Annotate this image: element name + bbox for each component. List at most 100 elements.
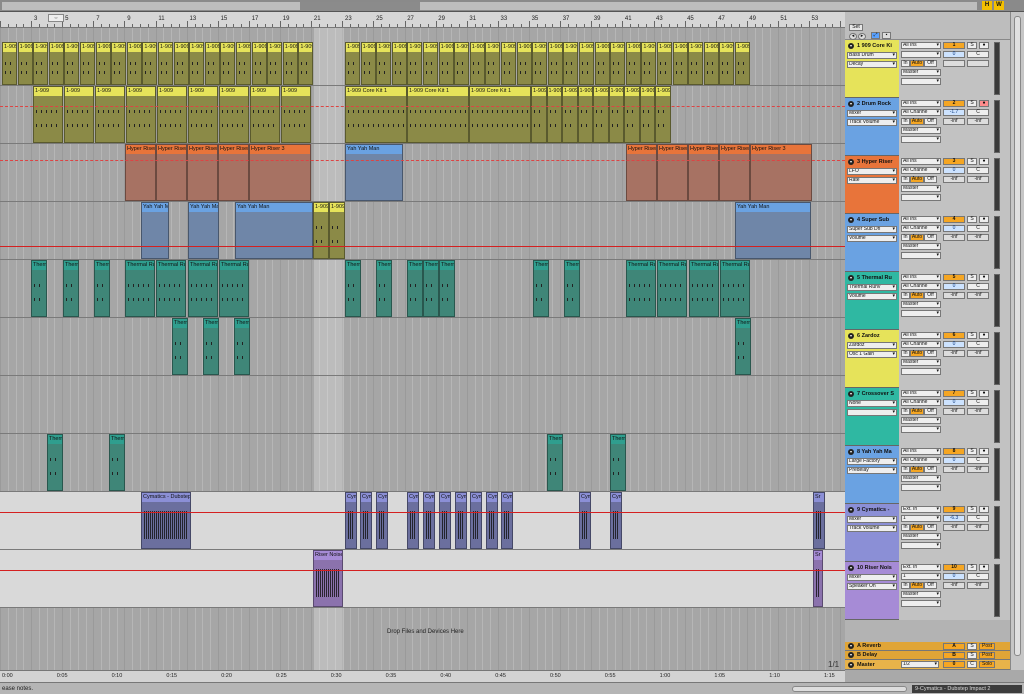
clip[interactable]: 1-909 [2, 42, 17, 85]
clip[interactable]: 1-909 [17, 42, 33, 85]
clip[interactable]: 1-909 [345, 42, 360, 85]
clip[interactable]: Hyper Riser [626, 144, 657, 201]
monitor-auto-button[interactable]: Auto [910, 60, 924, 67]
input-channel-select[interactable]: All Channe [901, 457, 941, 464]
clip[interactable]: 1-909 [547, 42, 563, 85]
pan-field[interactable]: C [967, 457, 989, 464]
track-activator[interactable]: 6 [943, 332, 965, 339]
track-header-4[interactable]: ▾4 Super SubAll InsAll ChanneInAutoOffMa… [845, 214, 1010, 272]
output-select[interactable]: Master [901, 533, 941, 540]
master-volume[interactable]: 0 [943, 661, 965, 668]
automation-param-chooser[interactable] [847, 409, 897, 416]
track-lane-4[interactable]: Yah Yah ManYah Yah ManYah Yah Man1-9091-… [0, 202, 845, 260]
clip[interactable]: 1-909 [64, 86, 94, 143]
arm-button[interactable]: ● [979, 274, 989, 281]
clip[interactable]: 1-909 [562, 86, 578, 143]
monitor-in-button[interactable]: In [901, 234, 910, 241]
clip[interactable]: 1-909 Core Kit 1 [407, 86, 469, 143]
clip[interactable]: 1-909 [126, 42, 142, 85]
clip[interactable]: 1-909 [158, 42, 173, 85]
output-channel-select[interactable] [901, 426, 941, 433]
output-select[interactable]: Master [901, 127, 941, 134]
return-title[interactable]: A Reverb [847, 642, 899, 650]
clip[interactable]: Thermal Ru [345, 260, 361, 317]
monitor-off-button[interactable]: Off [924, 408, 937, 415]
return-track-A[interactable]: ▾ A Reverb A S Post [845, 642, 1010, 651]
clip[interactable]: Thermal Ru [689, 260, 719, 317]
device-chooser[interactable]: Mixer [847, 110, 897, 117]
input-type-select[interactable]: All Ins [901, 216, 941, 223]
master-solo-button[interactable]: Solo [979, 661, 995, 668]
track-activator[interactable]: 3 [943, 158, 965, 165]
monitor-in-button[interactable]: In [901, 408, 910, 415]
clip[interactable]: 1-909 [657, 42, 672, 85]
clip[interactable]: Thermal Ru [219, 260, 249, 317]
volume-field[interactable]: 0 [943, 457, 965, 464]
clip[interactable]: 1-909 [532, 42, 548, 85]
output-channel-select[interactable] [901, 78, 941, 85]
arm-button[interactable]: ● [979, 332, 989, 339]
clip[interactable]: Therr [234, 318, 250, 375]
clip[interactable]: 1-909 [391, 42, 407, 85]
track-lane-1[interactable]: 1-9091-9091-9091-9091-9091-9091-9091-909… [0, 28, 845, 86]
clip[interactable]: 1-909 [531, 86, 547, 143]
clip[interactable]: 1-909 [593, 86, 609, 143]
clip[interactable]: 1-909 [546, 86, 562, 143]
output-channel-select[interactable] [901, 194, 941, 201]
clip[interactable]: 1-909 [579, 42, 594, 85]
prev-locator-icon[interactable]: ◂ [849, 33, 857, 40]
clip[interactable]: 1-909 [157, 86, 187, 143]
clip[interactable]: 1-909 [376, 42, 392, 85]
pan-field[interactable]: C [967, 573, 989, 580]
clip[interactable]: 1-909 [48, 42, 64, 85]
return-activator[interactable]: B [943, 652, 965, 659]
track-title[interactable]: 1 909 Core Ki [847, 42, 899, 50]
pan-field[interactable]: C [967, 341, 989, 348]
clip[interactable]: 1-909 [64, 42, 80, 85]
solo-button[interactable]: S [967, 390, 977, 397]
solo-button[interactable]: S [967, 158, 977, 165]
clip[interactable]: 1-909 [267, 42, 283, 85]
pan-field[interactable]: C [967, 109, 989, 116]
arm-button[interactable]: ● [979, 390, 989, 397]
input-channel-select[interactable]: All Channe [901, 399, 941, 406]
input-channel-select[interactable]: All Channe [901, 167, 941, 174]
clip[interactable]: 1-909 [703, 42, 719, 85]
input-type-select[interactable]: All Ins [901, 42, 941, 49]
clip[interactable]: 1-909 [33, 42, 49, 85]
monitor-off-button[interactable]: Off [924, 582, 937, 589]
input-type-select[interactable]: All Ins [901, 332, 941, 339]
clip[interactable]: Thermal Ru [626, 260, 656, 317]
track-activator[interactable]: 2 [943, 100, 965, 107]
clip[interactable]: Yah Yah Man [141, 202, 169, 259]
volume-field[interactable]: 0 [943, 341, 965, 348]
clip[interactable]: 1-909 [735, 42, 750, 85]
device-chooser[interactable]: Mixer [847, 574, 897, 581]
volume-field[interactable]: 0 [943, 573, 965, 580]
clip[interactable]: 1-909 [251, 42, 267, 85]
track-title[interactable]: 4 Super Sub [847, 216, 899, 224]
output-channel-select[interactable] [901, 600, 941, 607]
device-chooser[interactable]: Super Sub Dri [847, 226, 897, 233]
clip[interactable]: Thermal Ru [125, 260, 155, 317]
track-title[interactable]: 6 Zardoz [847, 332, 899, 340]
clip[interactable]: 1-909 [282, 42, 298, 85]
clip[interactable]: 1-909 [204, 42, 220, 85]
clip[interactable]: 1-909 [95, 42, 111, 85]
clip[interactable]: 1-909 [188, 86, 218, 143]
clip[interactable]: Hyper Riser [719, 144, 750, 201]
track-title[interactable]: 10 Riser Nois [847, 564, 899, 572]
track-lane-5[interactable]: Thermal Ru Thermal Ru Thermal Ru Thermal Ru… [0, 260, 845, 318]
clip[interactable]: 1-909 [313, 202, 329, 259]
monitor-auto-button[interactable]: Auto [910, 408, 924, 415]
output-channel-select[interactable] [901, 136, 941, 143]
output-channel-select[interactable] [901, 542, 941, 549]
clip[interactable]: 1-909 [501, 42, 516, 85]
time-ruler[interactable]: 0:00 0:05 0:10 0:15 0:20 0:25 0:30 0:35 0:40 0:45… [0, 670, 845, 682]
input-channel-select[interactable]: All Channe [901, 225, 941, 232]
clip[interactable]: Therr [735, 318, 751, 375]
return-title[interactable]: B Delay [847, 651, 899, 659]
output-select[interactable]: Master [901, 475, 941, 482]
volume-field[interactable]: -1.7 [943, 109, 965, 116]
output-select[interactable]: Master [901, 417, 941, 424]
